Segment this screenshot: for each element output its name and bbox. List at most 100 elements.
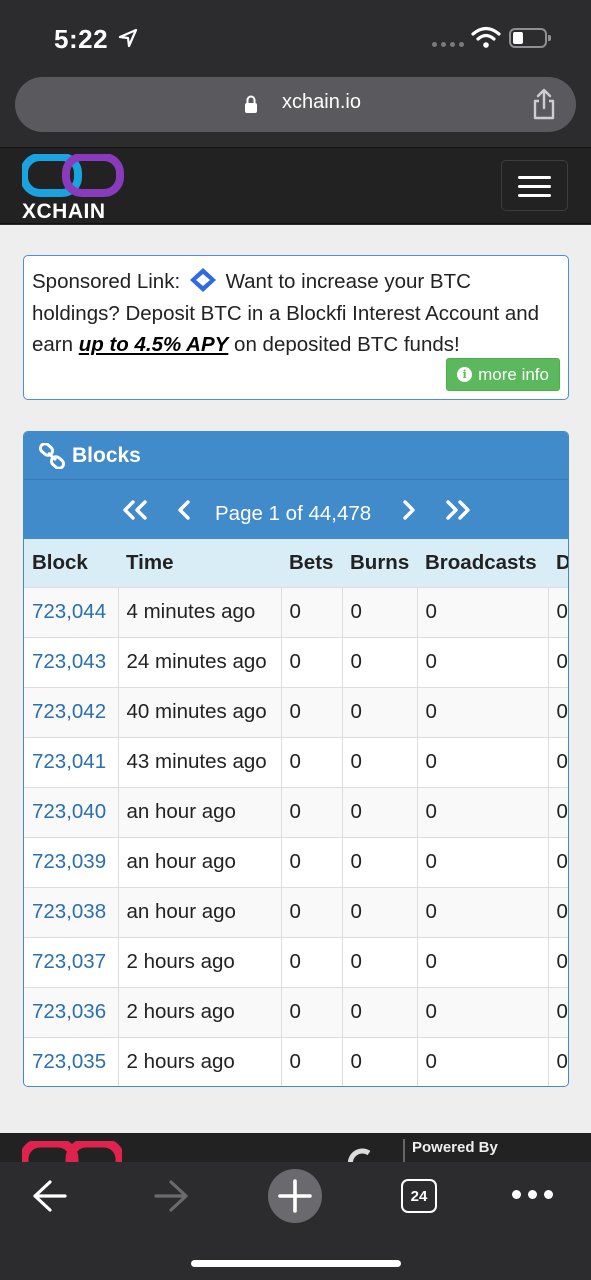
status-time: 5:22 <box>54 24 109 54</box>
home-indicator <box>191 1260 401 1267</box>
block-number-link[interactable]: 723,038 <box>24 886 118 937</box>
previous-page-icon[interactable] <box>174 496 194 524</box>
address-bar[interactable]: xchain.io <box>15 77 576 132</box>
table-cell: 0 <box>416 936 548 987</box>
table-cell: 0 <box>341 586 417 637</box>
panel-title: Blocks <box>72 444 141 467</box>
last-page-icon[interactable] <box>444 496 474 524</box>
table-cell: 0 <box>280 686 342 737</box>
table-cell: 0 <box>280 936 342 987</box>
table-row: 723,044 4 minutes ago 0 0 0 0 <box>24 586 568 637</box>
table-cell: 0 <box>547 686 568 737</box>
sponsor-text-end: on deposited BTC funds! <box>234 333 460 356</box>
block-number-link[interactable]: 723,035 <box>24 1036 118 1086</box>
table-row: 723,042 40 minutes ago 0 0 0 0 <box>24 686 568 737</box>
table-row: 723,035 2 hours ago 0 0 0 0 <box>24 1036 568 1086</box>
table-row: 723,037 2 hours ago 0 0 0 0 <box>24 936 568 987</box>
table-cell: 0 <box>547 886 568 937</box>
block-number-link[interactable]: 723,036 <box>24 986 118 1037</box>
battery-icon <box>509 28 551 48</box>
block-number-link[interactable]: 723,040 <box>24 786 118 837</box>
table-cell: 0 <box>280 986 342 1037</box>
block-time-cell: 2 hours ago <box>117 1036 281 1086</box>
blocks-panel: Blocks Page 1 of 44,478 Block Time Bets Bur… <box>23 431 569 1087</box>
block-number-link[interactable]: 723,039 <box>24 836 118 887</box>
table-row: 723,040 an hour ago 0 0 0 0 <box>24 786 568 837</box>
table-row: 723,039 an hour ago 0 0 0 0 <box>24 836 568 887</box>
next-page-icon[interactable] <box>399 496 419 524</box>
table-cell: 0 <box>416 1036 548 1086</box>
lock-icon <box>245 95 257 113</box>
block-number-link[interactable]: 723,043 <box>24 636 118 687</box>
xchain-logo[interactable]: XCHAIN <box>20 153 124 223</box>
column-header: Block <box>24 539 118 587</box>
table-row: 723,043 24 minutes ago 0 0 0 0 <box>24 636 568 687</box>
menu-toggle-button[interactable] <box>501 160 568 211</box>
more-info-button[interactable]: i more info <box>446 358 560 391</box>
more-options-icon[interactable] <box>512 1190 553 1199</box>
column-header: Bets <box>281 539 342 587</box>
table-cell: 0 <box>341 736 417 787</box>
block-time-cell: an hour ago <box>117 786 281 837</box>
table-cell: 0 <box>416 886 548 937</box>
partner-logo-icon <box>347 1148 371 1163</box>
table-cell: 0 <box>547 836 568 887</box>
sponsored-link-box: Sponsored Link: Want to increase your BT… <box>23 255 569 400</box>
site-footer: Powered By <box>0 1133 591 1163</box>
table-cell: 0 <box>341 936 417 987</box>
table-row: 723,036 2 hours ago 0 0 0 0 <box>24 986 568 1037</box>
status-bar: 5:22 <box>0 0 591 76</box>
table-cell: 0 <box>416 686 548 737</box>
column-header: Time <box>118 539 281 587</box>
blocks-panel-header: Blocks <box>24 432 568 480</box>
more-info-label: more info <box>478 364 549 384</box>
share-icon[interactable] <box>530 87 558 121</box>
xchain-logo-mark-icon <box>20 153 124 197</box>
block-time-cell: 2 hours ago <box>117 936 281 987</box>
table-cell: 0 <box>280 786 342 837</box>
tabs-button[interactable]: 24 <box>401 1179 437 1213</box>
blocks-table-header: BlockTimeBetsBurnsBroadcastsD <box>24 539 568 587</box>
table-cell: 0 <box>280 1036 342 1086</box>
table-cell: 0 <box>416 636 548 687</box>
footer-logo-icon <box>22 1141 122 1163</box>
link-chain-icon <box>38 443 66 469</box>
table-cell: 0 <box>280 636 342 687</box>
table-cell: 0 <box>341 1036 417 1086</box>
block-time-cell: an hour ago <box>117 836 281 887</box>
blockfi-diamond-icon <box>189 268 216 292</box>
block-number-link[interactable]: 723,041 <box>24 736 118 787</box>
back-arrow-icon[interactable] <box>30 1178 68 1214</box>
block-time-cell: 4 minutes ago <box>117 586 281 637</box>
info-icon: i <box>457 367 473 382</box>
new-tab-plus-icon[interactable] <box>267 1168 323 1224</box>
url-text[interactable]: xchain.io <box>282 91 361 114</box>
first-page-icon[interactable] <box>119 496 149 524</box>
table-cell: 0 <box>341 836 417 887</box>
table-cell: 0 <box>547 936 568 987</box>
table-row: 723,041 43 minutes ago 0 0 0 0 <box>24 736 568 787</box>
table-cell: 0 <box>416 586 548 637</box>
pagination-bar: Page 1 of 44,478 <box>24 480 568 540</box>
table-cell: 0 <box>547 586 568 637</box>
table-cell: 0 <box>280 836 342 887</box>
sponsor-label: Sponsored Link: <box>32 270 181 293</box>
page-info: Page 1 of 44,478 <box>215 502 372 525</box>
brand-name: XCHAIN <box>22 200 106 223</box>
table-cell: 0 <box>547 1036 568 1086</box>
block-number-link[interactable]: 723,037 <box>24 936 118 987</box>
block-time-cell: 24 minutes ago <box>117 636 281 687</box>
table-cell: 0 <box>416 986 548 1037</box>
block-number-link[interactable]: 723,044 <box>24 586 118 637</box>
table-cell: 0 <box>547 786 568 837</box>
block-time-cell: 2 hours ago <box>117 986 281 1037</box>
table-cell: 0 <box>341 986 417 1037</box>
wifi-icon <box>471 26 501 48</box>
table-cell: 0 <box>341 886 417 937</box>
apy-link[interactable]: up to 4.5% APY <box>79 333 229 356</box>
table-cell: 0 <box>547 636 568 687</box>
block-number-link[interactable]: 723,042 <box>24 686 118 737</box>
table-cell: 0 <box>280 736 342 787</box>
signal-dots-icon <box>432 42 464 47</box>
forward-arrow-icon[interactable] <box>153 1178 191 1214</box>
